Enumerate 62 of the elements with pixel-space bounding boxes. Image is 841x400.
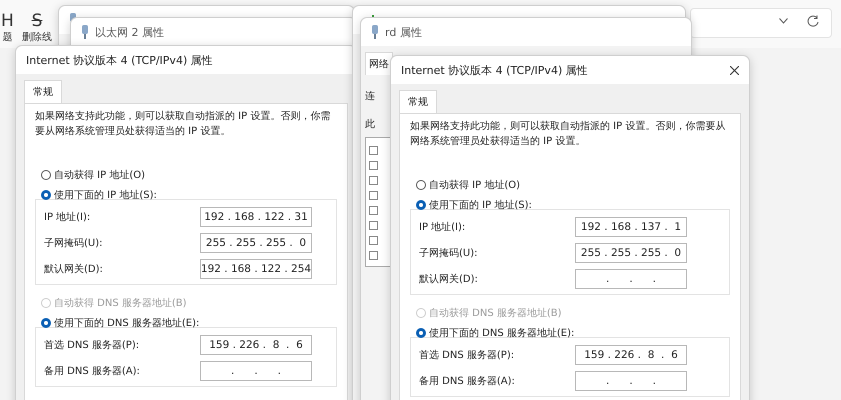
radio-button[interactable]: [416, 180, 426, 190]
ip-address-field[interactable]: . . .: [575, 371, 687, 391]
window-title: Internet 协议版本 4 (TCP/IPv4) 属性: [26, 52, 213, 68]
field-label: 备用 DNS 服务器(A):: [44, 365, 141, 378]
checkbox-icon[interactable]: [369, 236, 378, 245]
window-title: Internet 协议版本 4 (TCP/IPv4) 属性: [401, 62, 588, 78]
field-label: 子网掩码(U):: [44, 237, 104, 250]
tab[interactable]: 网络: [365, 52, 393, 75]
chevron-down-icon[interactable]: [779, 18, 788, 24]
field-label: 默认网关(D):: [419, 272, 479, 286]
radio-button[interactable]: [416, 328, 426, 338]
radio-label: 自动获得 IP 地址(O): [429, 178, 520, 192]
radio-button[interactable]: [41, 190, 51, 200]
toolbar-label: 删除线: [22, 30, 52, 44]
section-label: 连: [365, 90, 375, 103]
field-label: 首选 DNS 服务器(P):: [419, 348, 516, 362]
window-title: rd 属性: [385, 24, 422, 40]
checkbox-icon[interactable]: [369, 146, 378, 155]
checkbox-icon[interactable]: [369, 161, 378, 170]
tab[interactable]: 常规: [24, 80, 62, 103]
field-label: 子网掩码(U):: [419, 247, 478, 260]
checkbox-icon[interactable]: [369, 251, 378, 260]
radio-button[interactable]: [416, 200, 426, 210]
ip-address-field[interactable]: 255 . 255 . 255 . 0: [575, 243, 687, 263]
checkbox-icon[interactable]: [369, 221, 378, 230]
ip-address-field[interactable]: 192 . 168 . 137 . 1: [575, 217, 687, 237]
close-icon[interactable]: [730, 66, 739, 74]
checkbox-icon[interactable]: [369, 176, 378, 185]
window-title: 以太网 2 属性: [95, 24, 164, 40]
radio-label: 自动获得 IP 地址(O): [54, 168, 146, 182]
ip-address-field[interactable]: 192 . 168 . 122 . 254: [200, 259, 312, 279]
field-label: 默认网关(D):: [44, 262, 104, 276]
radio-button[interactable]: [41, 170, 51, 180]
tab[interactable]: 常规: [399, 90, 437, 113]
description-text: 如果网络支持此功能，则可以获取自动指派的 IP 设置。否则，你需要从网络系统管理员处获得适当的 IP 设置。: [35, 110, 332, 139]
ip-address-field[interactable]: . . .: [575, 269, 687, 289]
checkbox-icon[interactable]: [369, 206, 378, 215]
radio-label: 自动获得 DNS 服务器地址(B): [429, 306, 562, 320]
radio-button[interactable]: [41, 318, 51, 328]
plug-icon: [371, 25, 379, 39]
radio-label: 使用下面的 IP 地址(S):: [54, 188, 157, 202]
field-label: IP 地址(I):: [44, 210, 92, 224]
ip-address-field[interactable]: 159 . 226 . 8 . 6: [200, 335, 312, 355]
plug-icon: [81, 25, 89, 39]
radio-label: 使用下面的 DNS 服务器地址(E):: [54, 316, 200, 330]
ip-address-field[interactable]: 255 . 255 . 255 . 0: [200, 233, 312, 253]
refresh-icon[interactable]: [807, 15, 819, 27]
ip-address-field[interactable]: 192 . 168 . 122 . 31: [200, 207, 312, 227]
section-label: 此: [365, 118, 375, 131]
toolbar-label: 题: [2, 31, 12, 44]
field-label: 首选 DNS 服务器(P):: [44, 338, 140, 352]
radio-label: 自动获得 DNS 服务器地址(B): [54, 296, 187, 310]
field-label: IP 地址(I):: [419, 220, 466, 234]
field-label: 备用 DNS 服务器(A):: [419, 375, 516, 388]
checkbox-icon[interactable]: [369, 191, 378, 200]
ip-address-field[interactable]: 159 . 226 . 8 . 6: [575, 345, 687, 365]
radio-label: 使用下面的 IP 地址(S):: [429, 198, 532, 212]
heading-icon[interactable]: H: [1, 12, 14, 30]
radio-label: 使用下面的 DNS 服务器地址(E):: [429, 326, 574, 340]
strikethrough-icon[interactable]: S: [32, 12, 42, 30]
ip-address-field[interactable]: . . .: [200, 361, 312, 381]
description-text: 如果网络支持此功能，则可以获取自动指派的 IP 设置。否则，你需要从网络系统管理员处获得适当的 IP 设置。: [410, 120, 726, 149]
